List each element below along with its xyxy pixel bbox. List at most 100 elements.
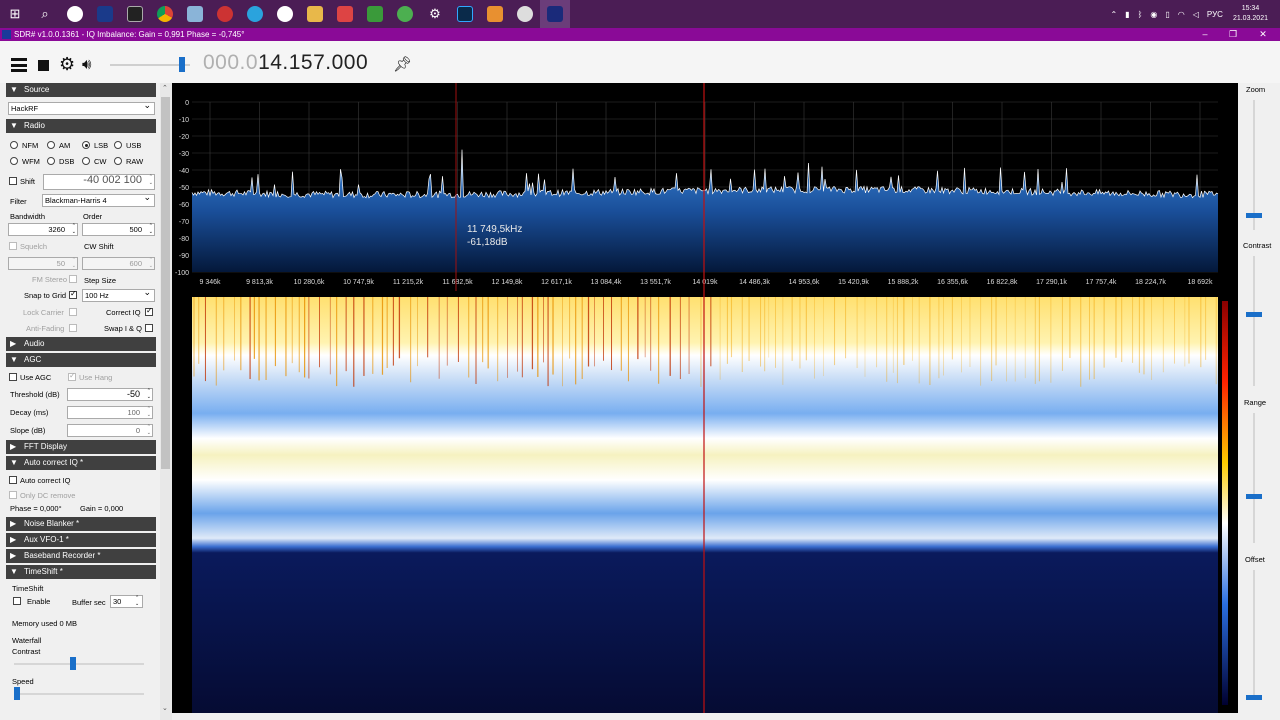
- folder-icon[interactable]: [300, 0, 330, 28]
- mode-lsb-radio[interactable]: [82, 141, 90, 149]
- language-indicator[interactable]: РУС: [1207, 10, 1223, 19]
- mode-wfm-radio[interactable]: [10, 157, 18, 165]
- photoshop-icon[interactable]: [450, 0, 480, 28]
- windows-start-icon[interactable]: ⊞: [0, 0, 30, 28]
- auto-correct-iq-checkbox[interactable]: [9, 476, 17, 484]
- decay-input[interactable]: 100: [67, 406, 153, 419]
- source-device-select[interactable]: HackRF: [8, 100, 155, 115]
- use-hang-checkbox[interactable]: [68, 371, 76, 381]
- bandwidth-input[interactable]: 3260: [8, 223, 78, 236]
- gear-icon[interactable]: ⚙: [59, 54, 75, 75]
- bluetooth-icon[interactable]: ᛒ: [1138, 10, 1143, 19]
- mode-dsb-radio[interactable]: [47, 157, 55, 165]
- frequency-digits[interactable]: 14.157.000: [258, 51, 368, 74]
- radio-section-header[interactable]: ▼ Radio: [6, 119, 156, 133]
- chrome-icon[interactable]: [150, 0, 180, 28]
- yandex-icon[interactable]: [270, 0, 300, 28]
- menu-icon[interactable]: [11, 58, 27, 72]
- terminal-icon[interactable]: [120, 0, 150, 28]
- scroll-up-icon[interactable]: ⌃: [162, 84, 168, 92]
- maximize-icon[interactable]: ❐: [1218, 28, 1248, 41]
- app-icon[interactable]: [90, 0, 120, 28]
- chevron-up-icon[interactable]: ⌃: [1110, 10, 1117, 19]
- correct-iq-checkbox[interactable]: [145, 306, 153, 316]
- range-slider-thumb[interactable]: [1246, 494, 1262, 500]
- mode-raw-radio[interactable]: [114, 157, 122, 165]
- swap-iq-checkbox[interactable]: [145, 324, 153, 332]
- app-icon[interactable]: [390, 0, 420, 28]
- waterfall-contrast-slider-thumb[interactable]: [69, 657, 76, 670]
- network-icon[interactable]: ◉: [1150, 10, 1157, 19]
- mode-am-radio[interactable]: [47, 141, 55, 149]
- app-icon[interactable]: [480, 0, 510, 28]
- timeshift-section-header[interactable]: ▼ TimeShift *: [6, 565, 156, 579]
- baseband-recorder-section-header[interactable]: ▶ Baseband Recorder *: [6, 549, 156, 563]
- app-icon[interactable]: [60, 0, 90, 28]
- search-icon[interactable]: ⌕: [30, 0, 60, 28]
- volume-slider-thumb[interactable]: [179, 57, 185, 72]
- mode-usb-radio[interactable]: [114, 141, 122, 149]
- zoom-slider-thumb[interactable]: [1246, 212, 1262, 218]
- contrast-slider[interactable]: [1253, 256, 1255, 386]
- snap-to-grid-checkbox[interactable]: [69, 289, 77, 299]
- minimize-icon[interactable]: –: [1190, 28, 1220, 41]
- agc-section-header[interactable]: ▼ AGC: [6, 353, 156, 367]
- app-icon[interactable]: [360, 0, 390, 28]
- cw-shift-input[interactable]: 600: [82, 257, 155, 270]
- lock-carrier-checkbox[interactable]: [69, 308, 77, 316]
- sdr-icon[interactable]: [540, 0, 570, 28]
- order-input[interactable]: 500: [82, 223, 155, 236]
- fft-display-section-header[interactable]: ▶ FFT Display: [6, 440, 156, 454]
- mode-cw-radio[interactable]: [82, 157, 90, 165]
- app-icon[interactable]: [210, 0, 240, 28]
- waterfall-speed-slider[interactable]: [14, 693, 144, 695]
- buffer-sec-input[interactable]: 30: [110, 595, 143, 608]
- aux-vfo-section-header[interactable]: ▶ Aux VFO-1 *: [6, 533, 156, 547]
- wifi-icon[interactable]: ◠: [1178, 10, 1185, 19]
- squelch-checkbox[interactable]: [9, 242, 17, 250]
- threshold-input[interactable]: -50: [67, 388, 153, 401]
- app-icon[interactable]: [330, 0, 360, 28]
- contrast-slider-thumb[interactable]: [1246, 312, 1262, 318]
- shift-input[interactable]: -40 002 100: [43, 174, 155, 190]
- slope-input[interactable]: 0: [67, 424, 153, 437]
- audio-section-header[interactable]: ▶ Audio: [6, 337, 156, 351]
- volume-icon[interactable]: ◁: [1193, 10, 1199, 19]
- app-icon[interactable]: [180, 0, 210, 28]
- squelch-input[interactable]: 50: [8, 257, 78, 270]
- anti-fading-checkbox[interactable]: [69, 324, 77, 332]
- fm-stereo-checkbox[interactable]: [69, 275, 77, 283]
- speaker-icon[interactable]: 🔊︎: [82, 56, 91, 73]
- only-dc-remove-checkbox[interactable]: [9, 491, 17, 499]
- volume-slider-track[interactable]: [110, 64, 190, 66]
- offset-slider-thumb[interactable]: [1246, 695, 1262, 700]
- telegram-icon[interactable]: [240, 0, 270, 28]
- offset-slider[interactable]: [1253, 570, 1255, 700]
- microphone-icon[interactable]: ▮: [1125, 10, 1129, 19]
- pin-icon[interactable]: 📌︎: [393, 55, 412, 73]
- filter-select[interactable]: Blackman-Harris 4: [42, 192, 155, 207]
- sidebar-scrollbar-thumb[interactable]: [161, 97, 170, 469]
- clock[interactable]: 15:34 21.03.2021: [1233, 4, 1268, 24]
- close-icon[interactable]: ✕: [1248, 28, 1278, 41]
- waterfall-speed-slider-thumb[interactable]: [14, 687, 20, 700]
- range-slider[interactable]: [1253, 413, 1255, 543]
- app-icon[interactable]: [510, 0, 540, 28]
- noise-blanker-section-header[interactable]: ▶ Noise Blanker *: [6, 517, 156, 531]
- stop-icon[interactable]: [38, 60, 49, 71]
- timeshift-enable-checkbox[interactable]: [13, 597, 21, 605]
- auto-correct-iq-section-header[interactable]: ▼ Auto correct IQ *: [6, 456, 156, 470]
- scroll-down-icon[interactable]: ⌄: [162, 704, 168, 712]
- zoom-slider[interactable]: [1253, 100, 1255, 230]
- settings-icon[interactable]: ⚙: [420, 0, 450, 28]
- waterfall-contrast-slider[interactable]: [14, 663, 144, 665]
- source-section-header[interactable]: ▼ Source: [6, 83, 156, 97]
- shift-checkbox[interactable]: [9, 177, 17, 185]
- frequency-leading-digits[interactable]: 000.0: [203, 51, 258, 74]
- spectrum-waterfall-panel[interactable]: 0 -10 -20 -30 -40 -50 -60 -70 -80 -90 -100 9 346k 9…: [172, 83, 1238, 713]
- step-size-select[interactable]: 100 Hz: [82, 287, 155, 302]
- use-agc-checkbox[interactable]: [9, 373, 17, 381]
- frequency-display[interactable]: 000.014.157.000: [203, 51, 368, 75]
- mode-nfm-radio[interactable]: [10, 141, 18, 149]
- battery-icon[interactable]: ▯: [1165, 10, 1169, 19]
